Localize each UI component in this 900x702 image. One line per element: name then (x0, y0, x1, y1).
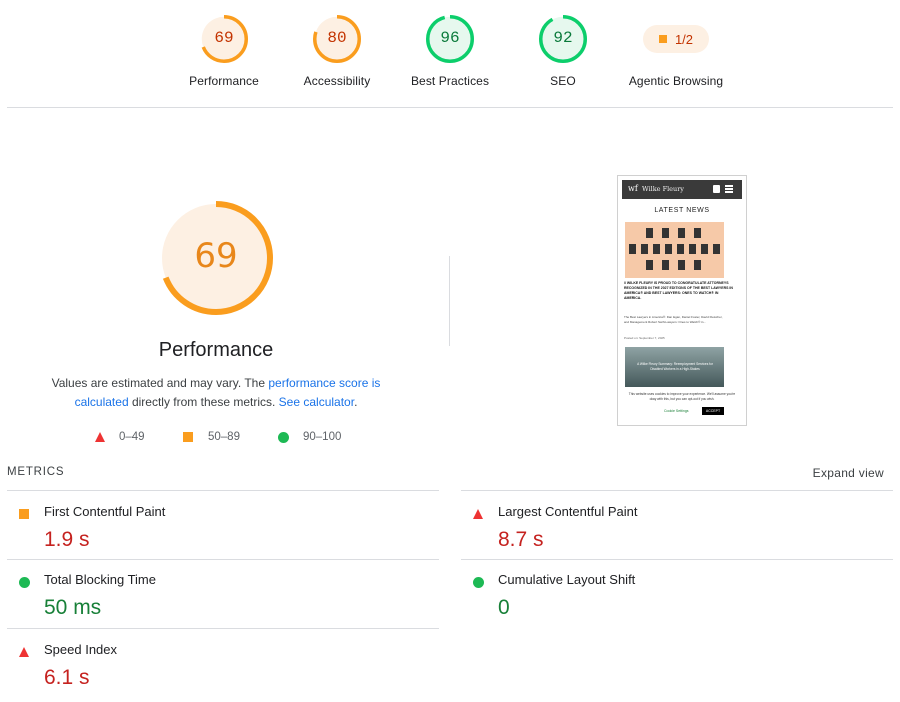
score-seo[interactable]: 92 SEO (508, 14, 618, 88)
circle-icon (278, 431, 289, 443)
gauge-label: Agentic Browsing (628, 74, 724, 88)
triangle-icon (19, 647, 29, 657)
metric-value: 6.1 s (44, 666, 90, 689)
performance-big-gauge: 69 (158, 200, 274, 316)
square-icon (658, 35, 667, 43)
thumb-hero-image (625, 222, 724, 278)
metric-value: 8.7 s (498, 528, 544, 551)
phone-icon (713, 185, 720, 193)
divider (7, 490, 439, 491)
portrait-row (646, 260, 708, 270)
see-calculator-link[interactable]: See calculator (279, 395, 354, 409)
portrait-row (629, 244, 721, 254)
thumb-banner-text: A Wilke Fleury Summary: Reemployment Ser… (637, 362, 713, 371)
desc-text: . (354, 395, 358, 409)
gauge-label: Performance (189, 74, 259, 88)
divider (461, 490, 893, 491)
metric-name: Largest Contentful Paint (498, 504, 638, 519)
desc-text: Values are estimated and may vary. The (51, 376, 269, 390)
legend-range: 90–100 (303, 431, 342, 443)
metric-name: Cumulative Layout Shift (498, 572, 636, 587)
performance-gauge: 69 (199, 14, 249, 64)
metric-value: 0 (498, 596, 510, 619)
thumb-posted: Posted on: September 7, 2025 (624, 336, 665, 340)
gauge-score: 80 (327, 29, 347, 47)
score-best-practices[interactable]: 96 Best Practices (395, 14, 505, 88)
accessibility-gauge: 80 (312, 14, 362, 64)
portrait-row (646, 228, 708, 238)
legend-fail: 0–49 (95, 431, 145, 443)
vertical-divider (449, 256, 450, 346)
agentic-value: 1/2 (674, 31, 694, 47)
thumb-logo-icon: wf (628, 184, 638, 193)
best-practices-gauge: 96 (425, 14, 475, 64)
metric-value: 50 ms (44, 596, 102, 619)
big-gauge-score: 69 (194, 236, 238, 276)
gauge-score: 69 (214, 29, 234, 47)
gauge-label: Accessibility (303, 74, 371, 88)
circle-icon (473, 577, 484, 588)
circle-icon (19, 577, 30, 588)
metric-name: Speed Index (44, 642, 118, 657)
square-icon (19, 509, 29, 519)
agentic-badge: 1/2 (643, 25, 709, 53)
performance-description: Values are estimated and may vary. The p… (40, 374, 392, 412)
divider (461, 559, 893, 560)
thumb-heading: LATEST NEWS (654, 207, 710, 214)
gauge-label: SEO (550, 74, 576, 88)
legend-pass: 90–100 (278, 431, 341, 443)
performance-title: Performance (158, 339, 274, 361)
expand-view-link[interactable]: Expand view (813, 466, 884, 480)
legend-average: 50–89 (183, 431, 240, 443)
thumb-cookie-text: This website uses cookies to improve you… (628, 392, 736, 401)
divider (7, 628, 439, 629)
score-accessibility[interactable]: 80 Accessibility (282, 14, 392, 88)
thumb-cookie-settings-link: Cookie Settings (664, 409, 689, 413)
thumb-header: wf Wilke Fleury (622, 180, 742, 199)
metrics-heading: METRICS (7, 466, 65, 478)
triangle-icon (473, 509, 483, 519)
thumb-accept-button: ACCEPT (702, 407, 724, 415)
thumb-brand: Wilke Fleury (642, 185, 684, 193)
thumb-headline: // WILKE FLEURY IS PROUD TO CONGRATULATE… (624, 281, 733, 300)
score-agentic-browsing[interactable]: 1/2 Agentic Browsing (621, 14, 731, 88)
thumb-body: The Best Lawyers in America®: Dan Egan, … (624, 315, 723, 324)
divider (7, 559, 439, 560)
legend-range: 0–49 (119, 431, 145, 443)
desc-text: directly from these metrics. (128, 395, 279, 409)
divider (7, 107, 893, 108)
gauge-score: 96 (440, 29, 460, 47)
gauge-label: Best Practices (410, 74, 490, 88)
square-icon (183, 432, 193, 442)
menu-icon (725, 185, 733, 187)
metric-name: Total Blocking Time (44, 572, 156, 587)
metric-value: 1.9 s (44, 528, 90, 551)
gauge-score: 92 (553, 29, 573, 47)
legend-range: 50–89 (208, 431, 240, 443)
thumb-banner-image: A Wilke Fleury Summary: Reemployment Ser… (625, 347, 724, 387)
seo-gauge: 92 (538, 14, 588, 64)
metric-name: First Contentful Paint (44, 504, 166, 519)
triangle-icon (95, 432, 105, 442)
page-screenshot-thumbnail[interactable]: wf Wilke Fleury LATEST NEWS // WILKE FLE… (617, 175, 747, 426)
score-performance[interactable]: 69 Performance (169, 14, 279, 88)
